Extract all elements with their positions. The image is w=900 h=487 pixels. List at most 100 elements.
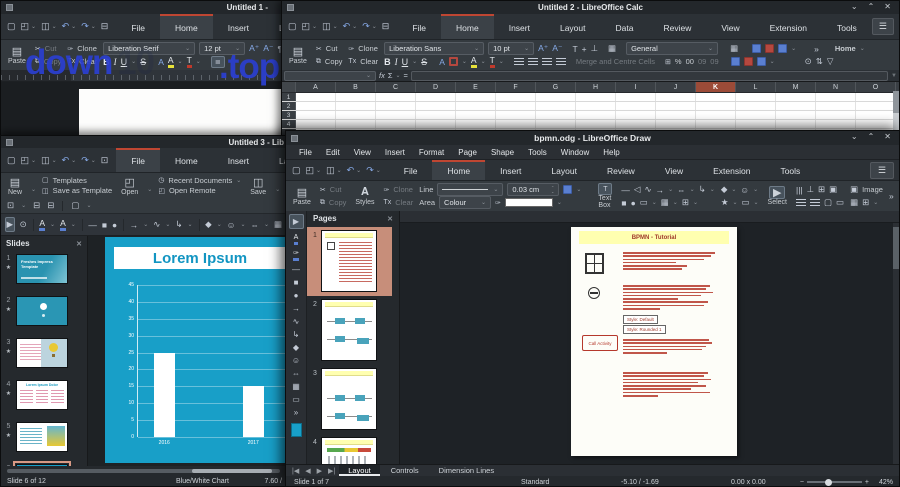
chevron-down-icon[interactable]: ⌄ [71, 221, 76, 228]
overflow-icon[interactable]: » [294, 408, 298, 417]
cell-I3[interactable] [616, 111, 656, 119]
page-thumbnail-2[interactable]: 2 [307, 296, 392, 365]
bring-forward-icon[interactable]: ▢ [824, 197, 832, 208]
tab-file[interactable]: File [116, 148, 161, 172]
save-as-template-icon[interactable]: ◫ [42, 187, 49, 195]
rectangle-tool-icon[interactable]: ■ [294, 278, 299, 287]
cell-A4[interactable] [296, 120, 336, 128]
chevron-down-icon[interactable]: ⌄ [91, 157, 96, 164]
zoom-percent[interactable]: 42% [879, 479, 893, 486]
cell-F4[interactable] [496, 120, 536, 128]
send-back-icon[interactable]: ▭ [836, 197, 844, 208]
window-restore-button[interactable]: ⌄ [851, 132, 858, 141]
display-icon[interactable]: ▢ [71, 200, 79, 211]
undo-icon[interactable]: ↶ [343, 21, 351, 32]
font-size-combo[interactable]: 10 pt ⌄ [488, 42, 535, 55]
cell-J1[interactable] [656, 93, 696, 101]
slide-thumbnail-2[interactable]: 2 ★ [1, 293, 81, 335]
line-tool-icon[interactable]: ― [88, 220, 97, 230]
ellipse-tool-icon[interactable]: ● [631, 198, 636, 208]
chevron-down-icon[interactable]: ⌄ [143, 221, 148, 228]
save-as-template-button[interactable]: Save as Template [53, 186, 112, 195]
name-box[interactable]: ⌄ [284, 70, 376, 81]
tab-layout[interactable]: Layout [264, 148, 286, 172]
cell-G3[interactable] [536, 111, 576, 119]
cell-A3[interactable] [296, 111, 336, 119]
slide-bar-chart[interactable]: 0 5 10 15 20 25 30 35 40 45 2016 2017 [128, 282, 286, 446]
select-tool-active[interactable]: ▶ [5, 217, 15, 232]
save-icon[interactable]: ◫ [41, 21, 50, 32]
templates-icon[interactable]: ▢ [42, 176, 49, 184]
cell-F1[interactable] [496, 93, 536, 101]
menu-shape[interactable]: Shape [484, 148, 521, 157]
background-color-button[interactable]: A [470, 55, 477, 68]
grow-font-icon[interactable]: A⁺ [538, 43, 548, 54]
first-page-icon[interactable]: |◀ [290, 467, 301, 475]
align-center-icon[interactable] [810, 198, 820, 207]
flowchart-icon[interactable]: ▦ [661, 197, 669, 208]
cell-O2[interactable] [856, 102, 896, 110]
tab-tools[interactable]: Tools [822, 14, 872, 39]
copy-icon[interactable]: ⧉ [320, 199, 325, 207]
rotate-icon[interactable]: ⊞ [818, 184, 825, 195]
arrange-icon[interactable]: ▣ [829, 184, 837, 195]
basic-shapes-icon[interactable]: ◆ [293, 343, 299, 352]
chevron-down-icon[interactable]: ⌄ [86, 202, 91, 209]
chevron-down-icon[interactable]: ⌄ [21, 202, 26, 209]
wrap-text-icon[interactable]: ▦ [608, 43, 616, 54]
print-icon[interactable]: ⊟ [33, 200, 40, 211]
menu-view[interactable]: View [347, 148, 378, 157]
tab-insert[interactable]: Insert [494, 14, 545, 39]
conditional-format-icon[interactable] [752, 44, 762, 53]
paste-button[interactable]: ▤ Paste [5, 42, 29, 68]
copy-button[interactable]: Copy [329, 198, 347, 207]
slide-thumbnail-4[interactable]: 4 ★ Lorem Ipsum Dolor [1, 377, 81, 419]
table-icon[interactable]: ▦ [274, 219, 282, 230]
home-dropdown[interactable]: Home [835, 44, 856, 53]
copy-icon[interactable]: ⧉ [316, 58, 321, 66]
cell-C3[interactable] [376, 111, 416, 119]
cell-K3[interactable] [696, 111, 736, 119]
zoom-control[interactable]: − + [800, 478, 869, 486]
zoom-slider[interactable] [806, 478, 862, 486]
font-color-button[interactable]: T [489, 55, 495, 68]
cell-B1[interactable] [336, 93, 376, 101]
slide-thumbnail-5[interactable]: 5 ★ [1, 419, 81, 461]
cell-L3[interactable] [736, 111, 776, 119]
close-icon[interactable]: ✕ [76, 240, 82, 248]
function-wizard-button[interactable]: fx [379, 71, 385, 80]
redo-icon[interactable]: ↷ [81, 21, 89, 32]
strikethrough-button[interactable]: S [421, 57, 427, 67]
flowchart-icon[interactable]: ▦ [292, 382, 300, 391]
open-button[interactable]: ◰ Open [118, 175, 141, 196]
line-style-combo[interactable]: ⌄ [437, 183, 504, 196]
fill-color-button[interactable]: A [39, 218, 46, 231]
cell-B2[interactable] [336, 102, 376, 110]
redo-icon[interactable]: ↷ [366, 165, 374, 176]
page-thumbnail-3[interactable]: 3 [307, 365, 392, 434]
tab-file[interactable]: File [116, 14, 160, 39]
slide-title-box[interactable]: Lorem Ipsum [114, 247, 286, 269]
chevron-down-icon[interactable]: ⌄ [668, 186, 673, 193]
cell-J3[interactable] [656, 111, 696, 119]
connector-tool-icon[interactable]: ↳ [699, 184, 706, 195]
chevron-down-icon[interactable]: ⌄ [217, 221, 222, 228]
cell-M2[interactable] [776, 102, 816, 110]
callout-shapes-icon[interactable]: ▭ [292, 395, 300, 404]
cell-M4[interactable] [776, 120, 816, 128]
list-button[interactable]: ≣ [210, 55, 225, 68]
cell-O3[interactable] [856, 111, 896, 119]
shadow-icon[interactable] [563, 185, 573, 194]
row-header-1[interactable]: 1 [282, 93, 296, 101]
chevron-down-icon[interactable]: ⌄ [791, 45, 796, 52]
date-format-icon[interactable]: ▦ [730, 43, 738, 54]
slide-thumbnail-6-selected[interactable]: 6★ [1, 461, 81, 466]
cell-J2[interactable] [656, 102, 696, 110]
menu-toggle-button[interactable]: ☰ [871, 18, 894, 35]
filter-icon[interactable]: ▽ [827, 56, 834, 67]
symbol-shapes-icon[interactable]: ☺ [292, 356, 300, 365]
open-icon[interactable]: ◰ [302, 21, 311, 32]
cell-E3[interactable] [456, 111, 496, 119]
chevron-down-icon[interactable]: ⌄ [356, 167, 361, 174]
chevron-down-icon[interactable]: ⌄ [731, 186, 736, 193]
